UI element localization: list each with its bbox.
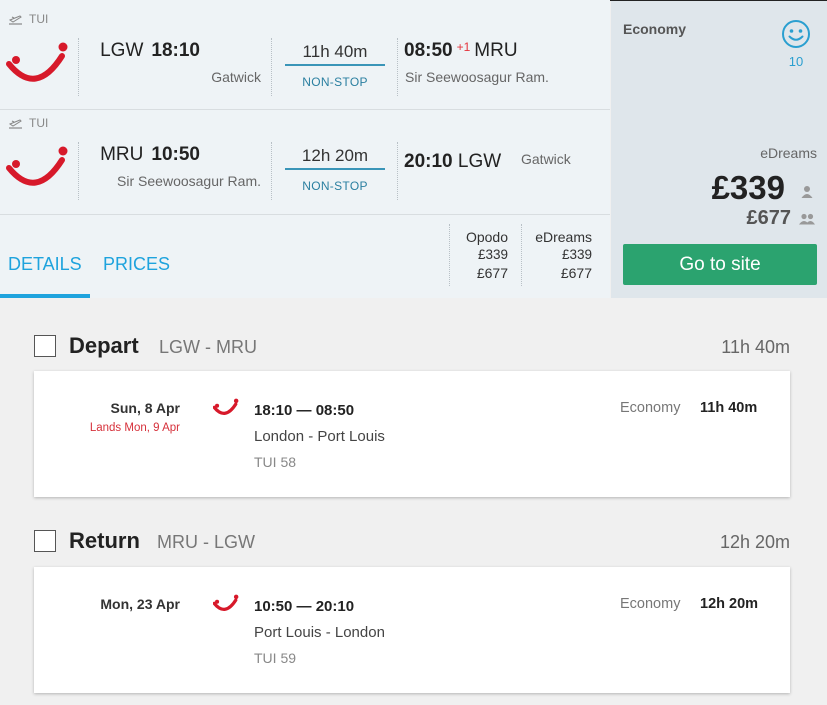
divider [271,38,272,96]
carrier-name: TUI [29,12,49,26]
destination-name: Sir Seewoosagur Ram. [405,69,549,85]
destination: 08:50 +1 MRU [404,40,518,61]
cabin-class: Economy [620,400,681,416]
person-icon [801,186,813,198]
flight-duration: 11h 40m [700,400,758,416]
flight-duration: 12h 20m [700,596,759,612]
flight-times: 10:50 — 20:10 [254,598,355,615]
tab-details[interactable]: DETAILS [8,254,82,275]
divider [397,142,398,200]
origin-name: Sir Seewoosagur Ram. [117,173,261,189]
divider [78,38,79,96]
origin: MRU 10:50 [100,144,200,165]
divider [271,142,272,200]
rating-score: 10 [788,54,804,69]
return-header: Return MRU - LGW 12h 20m [34,528,790,558]
plane-takeoff-icon [8,15,22,25]
price-column-opodo[interactable]: Opodo £339 £677 [466,228,508,282]
price-panel: Economy 10 eDreams £339 £677 Go to site [611,1,827,298]
leg-duration: 12h 20m [301,146,369,165]
plane-takeoff-icon [8,119,22,129]
tab-prices[interactable]: PRICES [103,254,170,275]
origin: LGW 18:10 [100,40,200,61]
leg-duration: 11h 40m [302,42,368,61]
cabin-class: Economy [623,21,687,37]
section-route: LGW - MRU [159,337,257,357]
divider [449,224,450,286]
duration-line [285,168,385,170]
destination-name: Gatwick [521,151,571,167]
itinerary-panel: TUI LGW 18:10 Gatwick 11h 40m NON-STOP 08… [0,0,610,298]
flight-cities: Port Louis - London [254,624,385,641]
duration-line [285,64,385,66]
tui-logo [213,398,239,415]
result-card: TUI LGW 18:10 Gatwick 11h 40m NON-STOP 08… [0,0,827,298]
flight-cities: London - Port Louis [254,428,385,445]
go-to-site-button[interactable]: Go to site [623,244,817,285]
cabin-class: Economy [620,596,681,612]
divider [397,38,398,96]
provider-name: eDreams [760,145,817,161]
stops-label: NON-STOP [302,75,368,89]
lands-note: Lands Mon, 9 Apr [89,422,180,434]
flight-date: Mon, 23 Apr [100,596,180,612]
section-title: Depart [69,333,139,358]
tui-logo [213,594,239,611]
section-duration: 11h 40m [721,337,790,357]
tui-logo [6,42,68,82]
section-route: MRU - LGW [157,532,255,552]
divider [78,142,79,200]
people-icon [799,213,815,225]
section-duration: 12h 20m [719,532,790,552]
active-tab-indicator [0,294,90,298]
section-title: Return [69,528,140,553]
flight-number: TUI 58 [254,454,297,470]
carrier-name: TUI [29,116,49,130]
return-checkbox[interactable] [34,530,56,552]
divider [521,224,522,286]
depart-checkbox[interactable] [34,335,56,357]
destination: 20:10 LGW [404,151,502,172]
price-total: £677 [746,207,792,229]
outbound-leg: TUI LGW 18:10 Gatwick 11h 40m NON-STOP 08… [0,0,610,105]
origin-name: Gatwick [211,69,261,85]
inbound-leg: TUI MRU 10:50 Sir Seewoosagur Ram. 12h 20… [0,104,610,209]
tabs-bar: DETAILS PRICES Opodo £339 £677 eDreams £… [0,214,610,298]
flight-times: 18:10 — 08:50 [254,402,355,419]
tui-logo [6,146,68,186]
flight-number: TUI 59 [254,650,297,666]
stops-label: NON-STOP [302,179,368,193]
flight-date: Sun, 8 Apr [110,400,181,416]
price-per-person: £339 [711,169,785,206]
depart-header: Depart LGW - MRU 11h 40m [34,333,790,363]
depart-flight-card: Sun, 8 Apr Lands Mon, 9 Apr 18:10 — 08:5… [34,371,790,497]
smiley-icon [782,20,810,48]
price-column-edreams[interactable]: eDreams £339 £677 [535,228,592,282]
carrier-label: TUI [8,116,48,130]
return-flight-card: Mon, 23 Apr 10:50 — 20:10 Port Louis - L… [34,567,790,693]
carrier-label: TUI [8,12,48,26]
